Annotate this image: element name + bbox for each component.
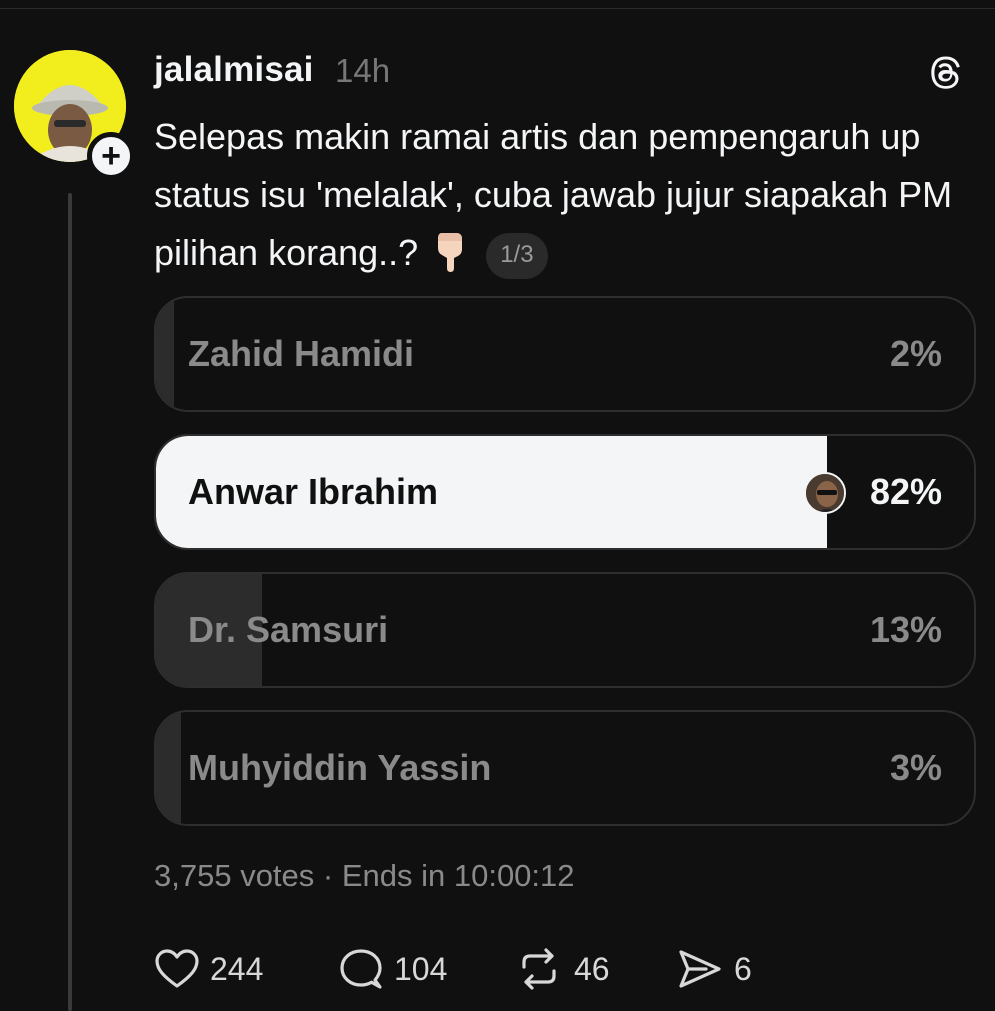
repost-count: 46	[574, 950, 610, 987]
poll-option-percent: 82%	[869, 471, 942, 512]
poll-option-dr-samsuri[interactable]: Dr. Samsuri 13%	[154, 572, 976, 688]
poll-option-label: Anwar Ibrahim	[188, 471, 439, 512]
poll-option-zahid-hamidi[interactable]: Zahid Hamidi 2%	[154, 296, 976, 412]
poll-option-muhyiddin-yassin[interactable]: Muhyiddin Yassin 3%	[154, 710, 976, 826]
poll-option-percent: 13%	[869, 609, 942, 650]
post-text: Selepas makin ramai artis dan pempengaru…	[154, 116, 953, 273]
threads-post: + jalalmisai 14h Selepas makin ramai art…	[0, 0, 995, 1011]
backhand-index-pointing-down-icon	[438, 233, 463, 272]
follow-plus-icon[interactable]: +	[87, 132, 135, 180]
voter-avatar	[804, 472, 846, 514]
post-timestamp: 14h	[335, 52, 391, 89]
poll-option-fill	[156, 298, 174, 410]
carousel-page-indicator: 1/3	[486, 233, 548, 279]
send-icon	[679, 950, 721, 988]
heart-icon	[155, 949, 199, 988]
poll-option-label: Muhyiddin Yassin	[188, 747, 492, 788]
repost-button[interactable]: 46	[514, 944, 610, 994]
share-count: 6	[734, 950, 752, 987]
post-body: Selepas makin ramai artis dan pempengaru…	[154, 108, 964, 282]
reply-button[interactable]: 104	[338, 944, 447, 994]
poll-option-label: Dr. Samsuri	[188, 609, 389, 650]
threads-logo-icon[interactable]	[922, 50, 968, 96]
thread-connector-line	[68, 193, 72, 1011]
poll-option-anwar-ibrahim[interactable]: Anwar Ibrahim 82%	[154, 434, 976, 550]
poll-option-percent: 3%	[889, 747, 942, 788]
reply-count: 104	[394, 950, 448, 987]
top-divider	[0, 8, 995, 9]
poll-option-label: Zahid Hamidi	[188, 333, 415, 374]
share-button[interactable]: 6	[676, 944, 752, 994]
poll-option-fill	[156, 712, 181, 824]
poll-option-percent: 2%	[889, 333, 942, 374]
username[interactable]: jalalmisai	[154, 50, 314, 90]
repost-icon	[522, 948, 556, 990]
like-count: 244	[210, 950, 264, 987]
like-button[interactable]: 244	[154, 944, 263, 994]
poll-vote-summary: 3,755 votes · Ends in 10:00:12	[154, 858, 575, 893]
comment-icon	[340, 949, 382, 989]
post-action-bar: 244 104 46 6	[154, 944, 854, 994]
